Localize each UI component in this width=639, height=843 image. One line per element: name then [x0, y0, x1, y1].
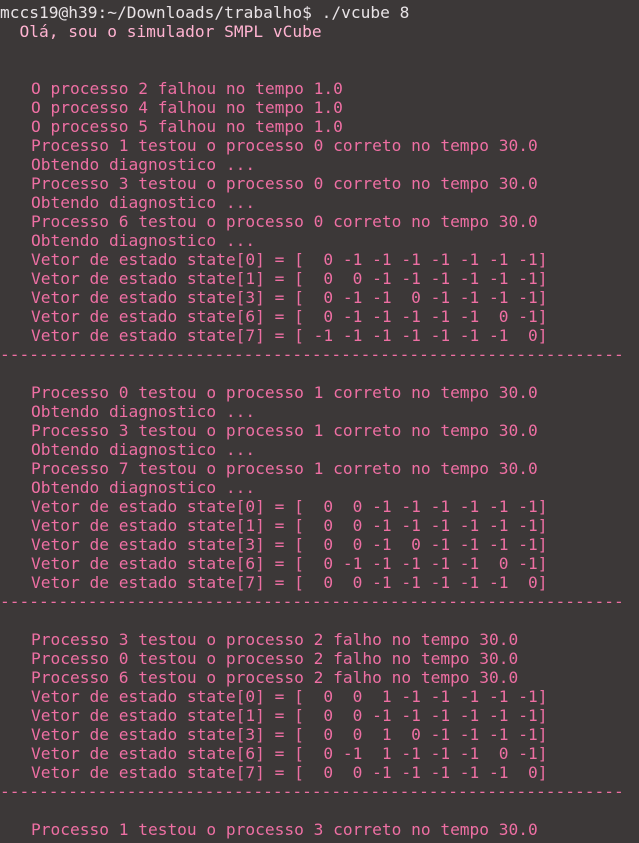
output-block-1: O processo 2 falhou no tempo 1.0 O proces…	[0, 79, 639, 345]
output-line: Vetor de estado state[0] = [ 0 0 -1 -1 -…	[31, 497, 548, 516]
output-line: Processo 1 testou o processo 3 correto n…	[31, 820, 538, 839]
output-line: Obtendo diagnostico ...	[31, 155, 256, 174]
output-line: Obtendo diagnostico ...	[31, 478, 256, 497]
output-line: O processo 5 falhou no tempo 1.0	[31, 117, 343, 136]
output-line: Obtendo diagnostico ...	[31, 440, 256, 459]
output-block-3: Processo 3 testou o processo 2 falho no …	[0, 630, 639, 782]
output-line: Processo 0 testou o processo 1 correto n…	[31, 383, 538, 402]
output-line: Obtendo diagnostico ...	[31, 193, 256, 212]
output-line: Vetor de estado state[1] = [ 0 0 -1 -1 -…	[31, 269, 548, 288]
output-line: Vetor de estado state[1] = [ 0 0 -1 -1 -…	[31, 706, 548, 725]
separator-line: ----------------------------------------…	[0, 592, 624, 611]
output-line: Processo 7 testou o processo 1 correto n…	[31, 459, 538, 478]
output-line: Vetor de estado state[3] = [ 0 0 -1 0 -1…	[31, 535, 548, 554]
separator-line: ----------------------------------------…	[0, 782, 624, 801]
output-line: O processo 2 falhou no tempo 1.0	[31, 79, 343, 98]
output-line: Vetor de estado state[6] = [ 0 -1 -1 -1 …	[31, 554, 548, 573]
command-prompt-line: mccs19@h39:~/Downloads/trabalho$ ./vcube…	[0, 3, 410, 22]
output-line: Vetor de estado state[6] = [ 0 -1 -1 -1 …	[31, 307, 548, 326]
output-line: Vetor de estado state[7] = [ 0 0 -1 -1 -…	[31, 763, 548, 782]
output-line: Processo 3 testou o processo 0 correto n…	[31, 174, 538, 193]
output-line: Processo 3 testou o processo 1 correto n…	[31, 421, 538, 440]
output-line: Processo 0 testou o processo 2 falho no …	[31, 649, 519, 668]
output-line: Processo 3 testou o processo 2 falho no …	[31, 630, 519, 649]
output-line: O processo 4 falhou no tempo 1.0	[31, 98, 343, 117]
output-line: Vetor de estado state[0] = [ 0 0 1 -1 -1…	[31, 687, 548, 706]
output-line: Vetor de estado state[1] = [ 0 0 -1 -1 -…	[31, 516, 548, 535]
output-line: Vetor de estado state[7] = [ -1 -1 -1 -1…	[31, 326, 548, 345]
output-line: Processo 6 testou o processo 0 correto n…	[31, 212, 538, 231]
output-line: Processo 1 testou o processo 0 correto n…	[31, 136, 538, 155]
output-line: Obtendo diagnostico ...	[31, 231, 256, 250]
output-line: Vetor de estado state[3] = [ 0 -1 -1 0 -…	[31, 288, 548, 307]
separator-line: ----------------------------------------…	[0, 345, 624, 364]
output-block-4: Processo 1 testou o processo 3 correto n…	[0, 820, 639, 839]
output-block-2: Processo 0 testou o processo 1 correto n…	[0, 383, 639, 592]
output-line: Vetor de estado state[3] = [ 0 0 1 0 -1 …	[31, 725, 548, 744]
terminal-window[interactable]: mccs19@h39:~/Downloads/trabalho$ ./vcube…	[0, 0, 639, 843]
output-line: Vetor de estado state[7] = [ 0 0 -1 -1 -…	[31, 573, 548, 592]
output-line: Processo 6 testou o processo 2 falho no …	[31, 668, 519, 687]
output-line: Vetor de estado state[0] = [ 0 -1 -1 -1 …	[31, 250, 548, 269]
intro-message: Olá, sou o simulador SMPL vCube	[0, 22, 322, 41]
output-line: Obtendo diagnostico ...	[31, 402, 256, 421]
output-line: Vetor de estado state[6] = [ 0 -1 1 -1 -…	[31, 744, 548, 763]
